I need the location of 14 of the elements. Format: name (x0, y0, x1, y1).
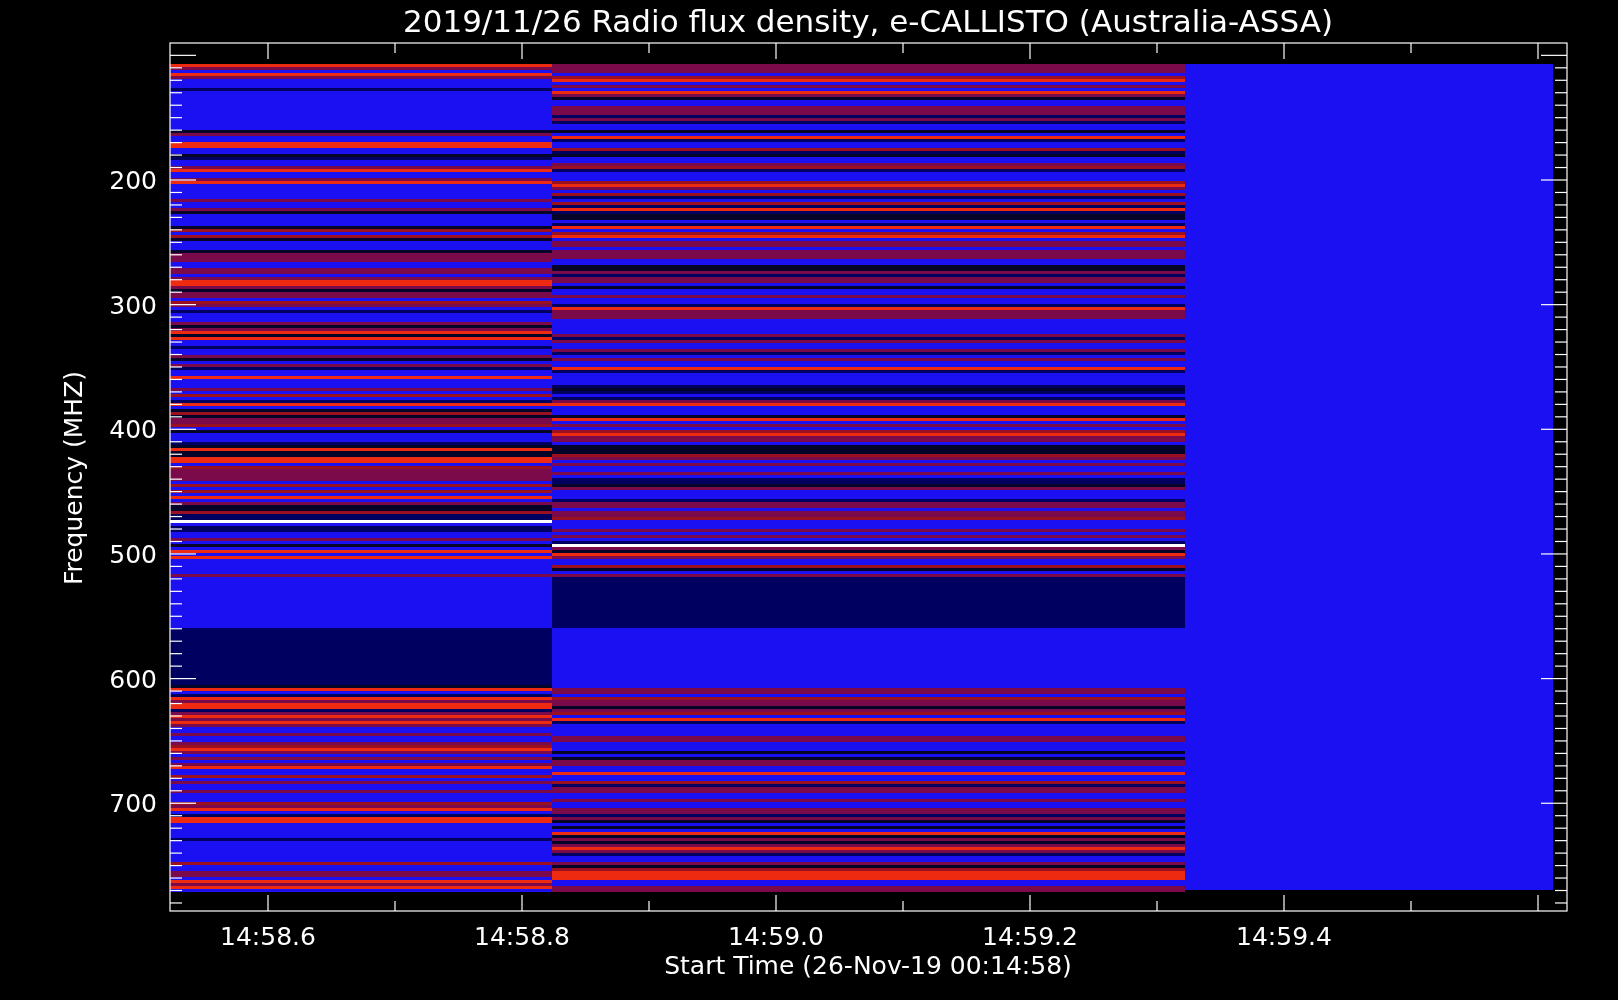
y-tick-label: 400 (109, 415, 157, 445)
y-tick-label: 200 (109, 166, 157, 195)
y-tick-label: 300 (109, 290, 157, 320)
y-tick-label: 700 (109, 789, 157, 819)
x-tick-label: 14:58.6 (220, 922, 316, 951)
x-tick-label: 14:59.2 (982, 922, 1078, 951)
plot-title: 2019/11/26 Radio flux density, e-CALLISTO (Australia-ASSA) (402, 3, 1334, 39)
y-tick-label: 600 (109, 664, 157, 694)
y-axis-label: Frequency (MHZ) (59, 370, 88, 586)
x-tick-label: 14:58.8 (474, 922, 570, 951)
y-tick-label: 500 (109, 539, 157, 569)
x-tick-label: 14:59.0 (728, 922, 824, 951)
x-axis-label: Start Time (26-Nov-19 00:14:58) (664, 951, 1072, 980)
x-tick-label: 14:59.4 (1236, 922, 1332, 951)
